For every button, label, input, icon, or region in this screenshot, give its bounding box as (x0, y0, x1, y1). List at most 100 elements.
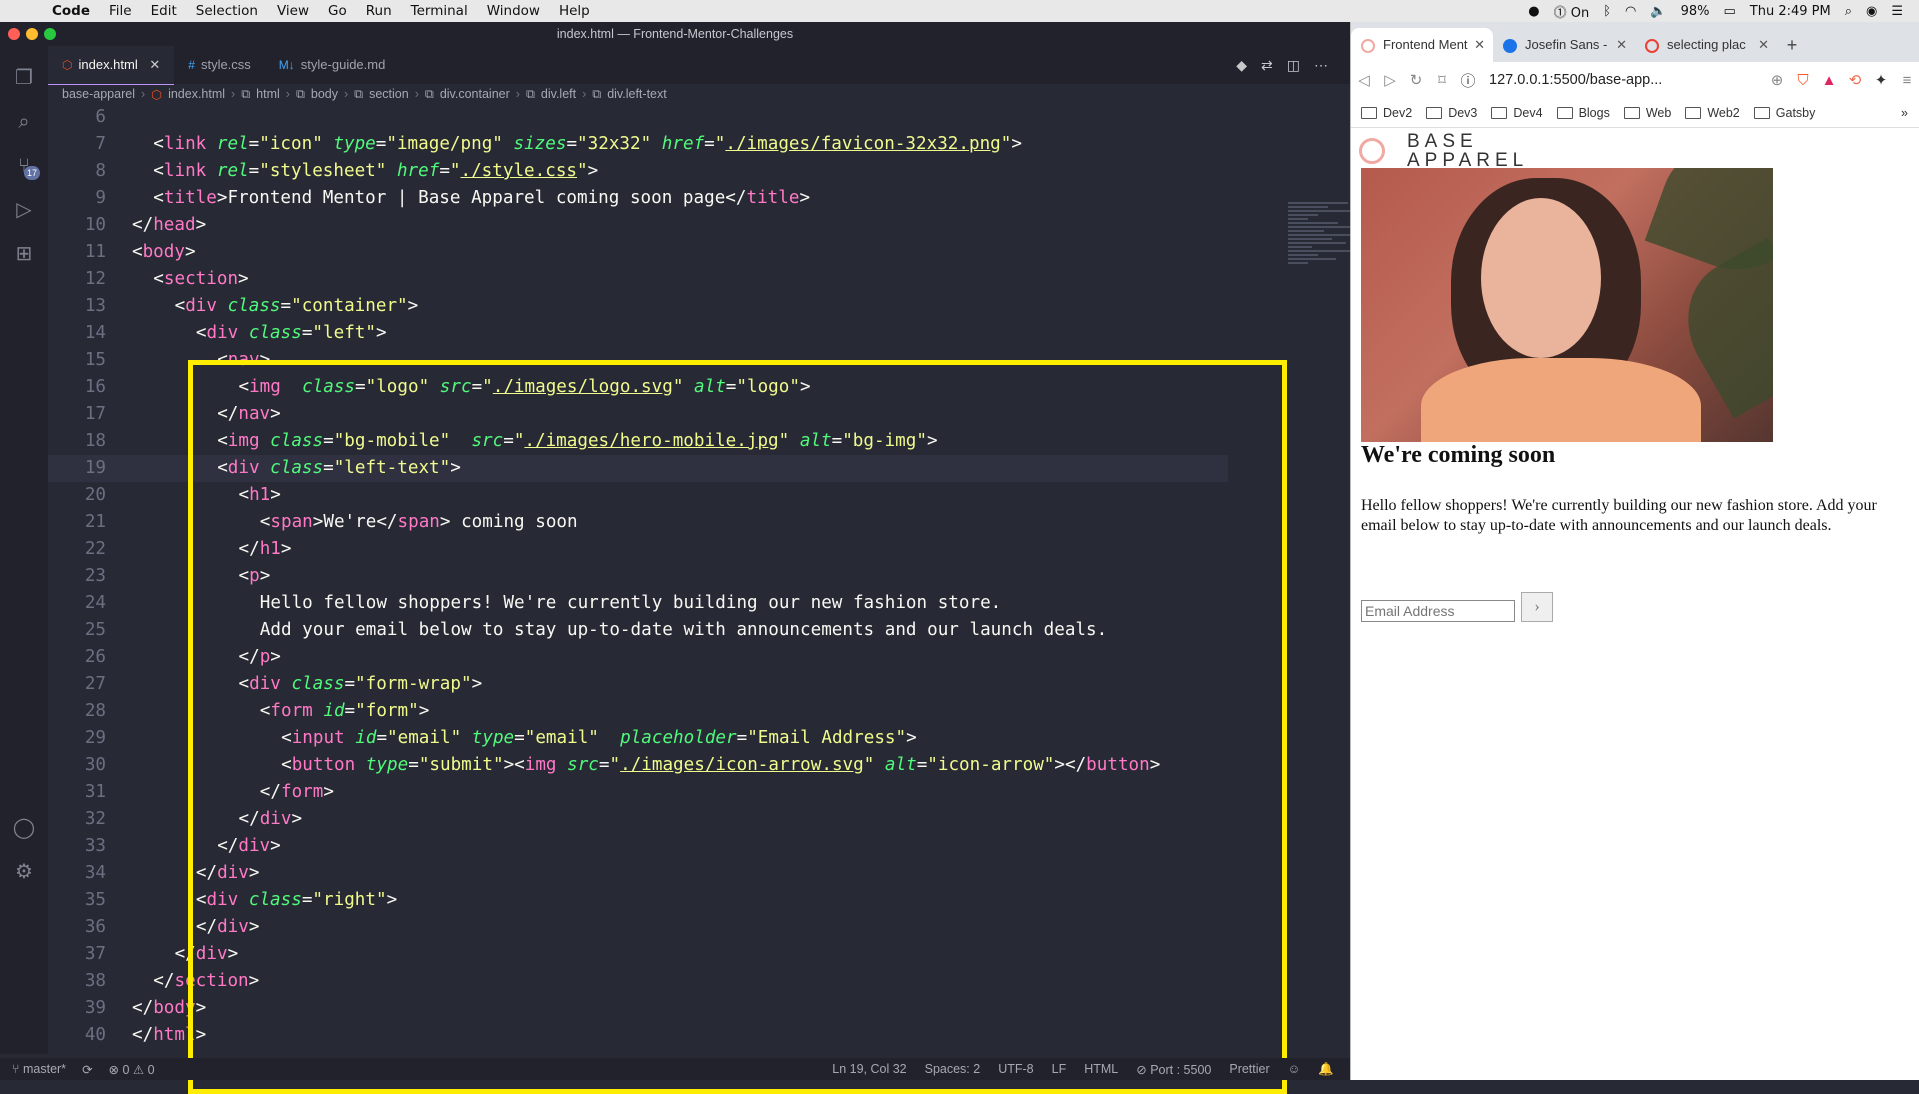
submit-button[interactable]: › (1521, 592, 1553, 622)
extension-icon[interactable]: ⟲ (1842, 71, 1868, 89)
menu-selection[interactable]: Selection (196, 3, 258, 19)
open-changes-icon[interactable]: ⇄ (1261, 57, 1273, 74)
menu-edit[interactable]: Edit (151, 3, 177, 19)
breadcrumb-item[interactable]: html (256, 87, 280, 101)
browser-tab-frontend-mentor[interactable]: Frontend Ment ✕ (1351, 28, 1493, 62)
breadcrumb-item[interactable]: div.left-text (607, 87, 667, 101)
feedback-icon[interactable]: ☺ (1288, 1062, 1301, 1077)
zoom-icon[interactable]: ⊕ (1764, 71, 1790, 89)
cursor-position[interactable]: Ln 19, Col 32 (832, 1062, 906, 1077)
settings-gear-icon[interactable]: ⚙ (12, 860, 36, 884)
menu-terminal[interactable]: Terminal (411, 3, 468, 19)
menu-app-name[interactable]: Code (52, 3, 90, 19)
code-line[interactable]: 12 <section> (48, 266, 1228, 293)
control-center-icon[interactable]: ☰ (1891, 4, 1903, 19)
brave-rewards-icon[interactable]: ▲ (1816, 72, 1842, 89)
close-tab-icon[interactable]: ✕ (149, 57, 160, 72)
extensions-puzzle-icon[interactable]: ✦ (1868, 71, 1894, 89)
email-input[interactable] (1361, 600, 1515, 622)
tab-style-css[interactable]: # style.css (174, 46, 265, 84)
breadcrumb-item[interactable]: body (311, 87, 338, 101)
browser-tab-google-search[interactable]: selecting plac ✕ (1635, 28, 1777, 62)
sync-icon[interactable]: ⟳ (82, 1062, 92, 1077)
source-control-icon[interactable]: ⑂ 17 (12, 154, 41, 180)
menu-view[interactable]: View (277, 3, 309, 19)
bookmark-folder-dev4[interactable]: Dev4 (1491, 106, 1543, 120)
code-line[interactable]: 6 (48, 104, 1228, 131)
menu-file[interactable]: File (109, 3, 132, 19)
run-debug-icon[interactable]: ▷ (12, 198, 36, 222)
close-tab-icon[interactable]: ✕ (1758, 28, 1769, 62)
account-icon[interactable]: ◯ (12, 816, 36, 840)
git-branch[interactable]: ⑂ master* (12, 1062, 66, 1077)
bookmark-folder-dev3[interactable]: Dev3 (1426, 106, 1477, 120)
code-line[interactable]: 10 </head> (48, 212, 1228, 239)
breadcrumb-item[interactable]: div.left (541, 87, 576, 101)
breadcrumb-item[interactable]: base-apparel (62, 87, 135, 101)
battery-icon[interactable]: ▭ (1723, 4, 1735, 19)
code-line[interactable]: 9 <title>Frontend Mentor | Base Apparel c… (48, 185, 1228, 212)
bookmark-icon[interactable]: ⌑ (1429, 71, 1455, 89)
clock[interactable]: Thu 2:49 PM (1750, 4, 1831, 19)
language-mode[interactable]: HTML (1084, 1062, 1118, 1077)
menu-help[interactable]: Help (559, 3, 590, 19)
code-line[interactable]: 14 <div class="left"> (48, 320, 1228, 347)
site-info-icon[interactable]: ⓘ (1455, 70, 1481, 91)
browser-tab-josefin-sans[interactable]: Josefin Sans - ✕ (1493, 28, 1635, 62)
html5-icon: ⬡ (62, 58, 73, 72)
code-line[interactable]: 13 <div class="container"> (48, 293, 1228, 320)
breadcrumb-item[interactable]: index.html (168, 87, 225, 101)
bookmark-folder-web[interactable]: Web (1623, 106, 1671, 120)
siri-icon[interactable]: ◉ (1866, 4, 1877, 19)
explorer-icon[interactable]: ❐ (12, 66, 36, 90)
bluetooth-icon[interactable]: ᛒ (1603, 4, 1611, 19)
new-tab-icon[interactable]: + (1777, 28, 1807, 62)
bookmark-folder-gatsby[interactable]: Gatsby (1753, 106, 1815, 120)
code-editor[interactable]: 6 7 <link rel="icon" type="image/png" size… (48, 104, 1398, 1094)
back-icon[interactable]: ◁ (1351, 71, 1377, 89)
more-actions-icon[interactable]: ⋯ (1314, 57, 1328, 74)
toggle-status[interactable]: ⓵ On (1554, 2, 1590, 21)
live-server-port[interactable]: ⊘ Port : 5500 (1136, 1062, 1211, 1077)
more-bookmarks-icon[interactable]: » (1901, 106, 1908, 120)
bookmark-folder-web2[interactable]: Web2 (1685, 106, 1740, 120)
reload-icon[interactable]: ↻ (1403, 71, 1429, 89)
code-line[interactable]: 11 <body> (48, 239, 1228, 266)
menu-window[interactable]: Window (487, 3, 540, 19)
toggle-label: On (1570, 5, 1590, 21)
indentation[interactable]: Spaces: 2 (925, 1062, 981, 1077)
end-of-line[interactable]: LF (1052, 1062, 1067, 1077)
spotlight-search-icon[interactable]: ⌕ (1845, 4, 1852, 19)
circle-icon[interactable]: ● (1528, 4, 1539, 19)
prettier-formatter[interactable]: Prettier (1229, 1062, 1269, 1077)
encoding[interactable]: UTF-8 (998, 1062, 1033, 1077)
close-tab-icon[interactable]: ✕ (1616, 28, 1627, 62)
split-editor-icon[interactable]: ◫ (1287, 57, 1300, 74)
notifications-bell-icon[interactable]: 🔔 (1318, 1062, 1334, 1077)
breadcrumb-item[interactable]: div.container (440, 87, 510, 101)
extensions-icon[interactable]: ⊞ (12, 242, 36, 266)
tab-index-html[interactable]: ⬡ index.html ✕ (48, 46, 175, 85)
code-line[interactable]: 8 <link rel="stylesheet" href="./style.cs… (48, 158, 1228, 185)
address-bar[interactable]: 127.0.0.1:5500/base-app... (1489, 72, 1764, 88)
battery-percent[interactable]: 98% (1681, 4, 1710, 19)
close-tab-icon[interactable]: ✕ (1474, 28, 1485, 62)
problems-count[interactable]: ⊗ 0 ⚠ 0 (109, 1062, 155, 1077)
menu-run[interactable]: Run (366, 3, 392, 19)
menu-go[interactable]: Go (328, 3, 347, 19)
brave-shield-icon[interactable]: ⛉ (1790, 72, 1816, 89)
bookmark-folder-blogs[interactable]: Blogs (1556, 106, 1610, 120)
volume-icon[interactable]: 🔈 (1650, 4, 1666, 19)
menu-icon[interactable]: ≡ (1894, 72, 1919, 89)
search-icon[interactable]: ⌕ (12, 110, 36, 134)
bookmark-folder-dev2[interactable]: Dev2 (1361, 106, 1412, 120)
zoom-window-button[interactable] (44, 28, 56, 40)
breadcrumb-item[interactable]: section (369, 87, 409, 101)
wifi-icon[interactable]: ◠ (1625, 4, 1636, 19)
tab-style-guide-md[interactable]: M↓ style-guide.md (265, 46, 400, 84)
close-window-button[interactable] (8, 28, 20, 40)
minimize-window-button[interactable] (26, 28, 38, 40)
code-line[interactable]: 7 <link rel="icon" type="image/png" sizes… (48, 131, 1228, 158)
forward-icon[interactable]: ▷ (1377, 71, 1403, 89)
git-compare-icon[interactable]: ◆ (1236, 57, 1247, 74)
